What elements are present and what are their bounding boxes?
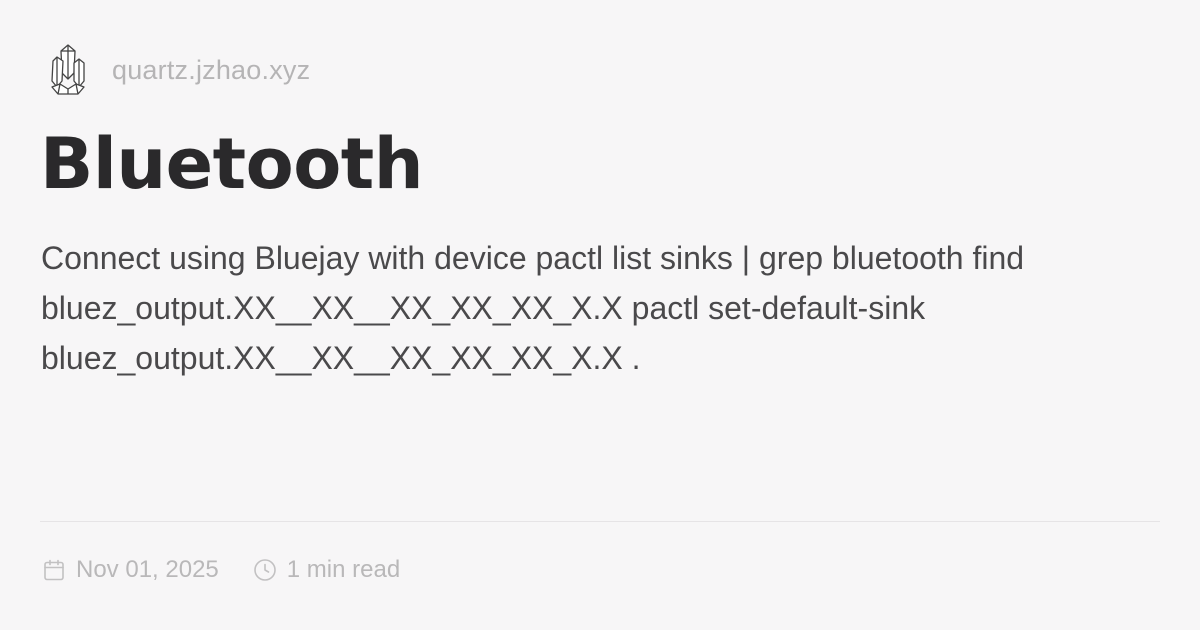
divider <box>40 521 1160 522</box>
site-header: quartz.jzhao.xyz <box>48 42 310 98</box>
site-domain: quartz.jzhao.xyz <box>112 54 311 85</box>
publish-date: Nov 01, 2025 <box>42 556 219 584</box>
reading-time-text: 1 min read <box>286 556 401 583</box>
publish-date-text: Nov 01, 2025 <box>76 556 219 583</box>
calendar-icon <box>42 558 66 582</box>
og-preview-card: quartz.jzhao.xyz Bluetooth Connect using… <box>0 0 1200 630</box>
page-title: Bluetooth <box>40 123 424 205</box>
reading-time: 1 min read <box>253 556 400 584</box>
page-description: Connect using Bluejay with device pactl … <box>41 240 1025 376</box>
article-meta: Nov 01, 2025 1 min read <box>42 556 400 584</box>
crystal-logo-icon <box>48 42 88 98</box>
clock-icon <box>253 558 277 582</box>
